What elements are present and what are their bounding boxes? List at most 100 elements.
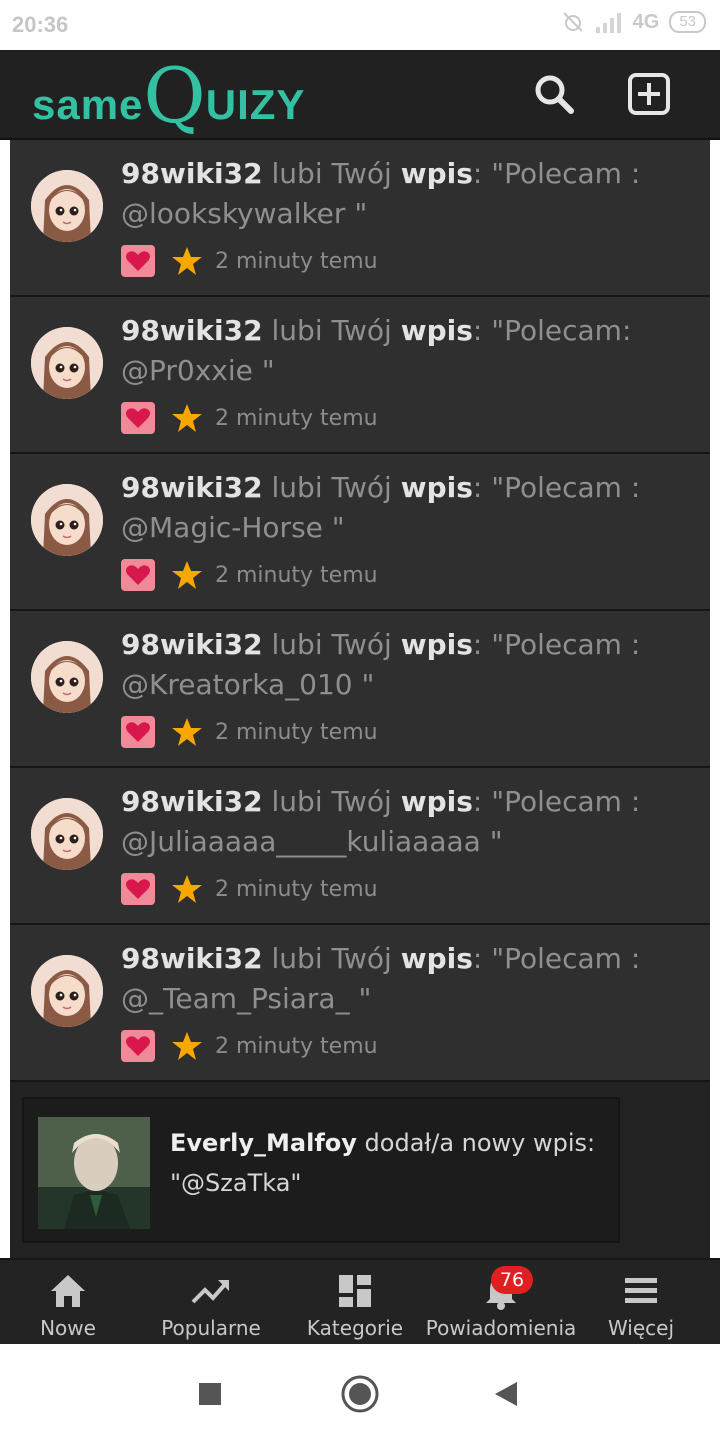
notification-quote-start: : "Polecam : xyxy=(472,157,641,190)
notification-meta: 2 minuty temu xyxy=(121,1029,378,1063)
notification-meta: 2 minuty temu xyxy=(121,872,378,906)
logo-same: same xyxy=(32,81,144,128)
notification-meta: 2 minuty temu xyxy=(121,558,378,592)
heart-icon xyxy=(126,879,150,899)
notification-object[interactable]: wpis xyxy=(401,314,473,347)
trending-icon xyxy=(191,1280,229,1304)
avatar[interactable] xyxy=(31,170,103,242)
notification-action: lubi Twój xyxy=(271,628,392,661)
notification-text: 98wiki32 lubi Twój wpis: "Polecam : @_Tea… xyxy=(121,939,696,1019)
notification-text: 98wiki32 lubi Twój wpis: "Polecam : @look… xyxy=(121,154,696,234)
status-icons: 4G 53 xyxy=(561,10,706,34)
logo-uizy: UIZY xyxy=(205,81,306,128)
notification-username[interactable]: 98wiki32 xyxy=(121,942,263,975)
notification-quote-rest: @_Team_Psiara_ " xyxy=(121,982,372,1015)
signal-icon xyxy=(595,13,621,33)
nav-item-nowe[interactable]: Nowe xyxy=(38,1260,98,1346)
search-button[interactable] xyxy=(532,72,576,116)
avatar[interactable] xyxy=(31,327,103,399)
like-badge xyxy=(121,559,155,591)
samequizy-logo[interactable]: same Q UIZY xyxy=(32,56,305,136)
notification-username[interactable]: 98wiki32 xyxy=(121,314,263,347)
notification-text: 98wiki32 lubi Twój wpis: "Polecam : @Magi… xyxy=(121,468,696,548)
network-type: 4G xyxy=(632,10,660,33)
notification-quote-rest: @Kreatorka_010 " xyxy=(121,668,375,701)
like-badge xyxy=(121,716,155,748)
notification-quote-start: : "Polecam : xyxy=(472,942,641,975)
avatar-image xyxy=(31,327,103,399)
star-icon xyxy=(172,718,202,746)
alarm-off-icon xyxy=(562,12,583,32)
notification-quote-rest: @Pr0xxie " xyxy=(121,354,275,387)
notification-quote-start: : "Polecam: xyxy=(472,314,632,347)
add-button[interactable] xyxy=(627,72,671,116)
notification-item[interactable]: 98wiki32 lubi Twój wpis: "Polecam : @Juli… xyxy=(10,768,710,925)
nav-label-powiadomienia: Powiadomienia xyxy=(425,1316,577,1340)
notification-object[interactable]: wpis xyxy=(401,942,473,975)
notification-quote-rest: @Magic-Horse " xyxy=(121,511,345,544)
nav-item-wiecej[interactable]: Więcej xyxy=(606,1260,676,1346)
notification-object[interactable]: wpis xyxy=(401,157,473,190)
notifications-feed[interactable]: 98wiki32 lubi Twój wpis: "Polecam : @look… xyxy=(10,140,710,1258)
avatar-image xyxy=(31,641,103,713)
avatar[interactable] xyxy=(31,798,103,870)
post-username[interactable]: Everly_Malfoy xyxy=(170,1129,357,1157)
add-box-icon xyxy=(628,73,670,115)
notification-item[interactable]: 98wiki32 lubi Twój wpis: "Polecam : @Krea… xyxy=(10,611,710,768)
notification-item[interactable]: 98wiki32 lubi Twój wpis: "Polecam : @Magi… xyxy=(10,454,710,611)
notification-object[interactable]: wpis xyxy=(401,628,473,661)
notification-username[interactable]: 98wiki32 xyxy=(121,471,263,504)
notification-time: 2 minuty temu xyxy=(215,1033,378,1059)
nav-item-kategorie[interactable]: Kategorie xyxy=(306,1260,404,1346)
notification-action: lubi Twój xyxy=(271,785,392,818)
avatar-image xyxy=(31,798,103,870)
nav-label-wiecej: Więcej xyxy=(607,1316,675,1340)
notification-text: 98wiki32 lubi Twój wpis: "Polecam : @Krea… xyxy=(121,625,696,705)
like-badge xyxy=(121,873,155,905)
notification-action: lubi Twój xyxy=(271,314,392,347)
notification-item[interactable]: 98wiki32 lubi Twój wpis: "Polecam: @Pr0xx… xyxy=(10,297,710,454)
notification-text: 98wiki32 lubi Twój wpis: "Polecam : @Juli… xyxy=(121,782,696,862)
post-quote[interactable]: "@SzaTka" xyxy=(170,1169,301,1197)
avatar[interactable] xyxy=(31,955,103,1027)
battery-indicator: 53 xyxy=(669,11,706,33)
notification-action: lubi Twój xyxy=(271,942,392,975)
heart-icon xyxy=(126,565,150,585)
notification-text: 98wiki32 lubi Twój wpis: "Polecam: @Pr0xx… xyxy=(121,311,696,391)
notification-quote-start: : "Polecam : xyxy=(472,471,641,504)
avatar[interactable] xyxy=(31,641,103,713)
recent-apps-button[interactable] xyxy=(188,1372,232,1416)
notification-username[interactable]: 98wiki32 xyxy=(121,628,263,661)
heart-icon xyxy=(126,1036,150,1056)
nav-label-popularne: Popularne xyxy=(161,1316,261,1340)
new-post-card[interactable]: Everly_Malfoy dodał/a nowy wpis: "@SzaTk… xyxy=(22,1097,620,1243)
star-icon xyxy=(172,561,202,589)
logo-q: Q xyxy=(143,51,206,140)
status-bar: 20:36 4G 53 xyxy=(0,0,720,50)
heart-icon xyxy=(126,251,150,271)
notification-time: 2 minuty temu xyxy=(215,562,378,588)
nav-item-powiadomienia[interactable]: 76 Powiadomienia xyxy=(425,1260,577,1346)
bottom-navigation: Nowe Popularne Kategorie 76 Powiadomieni… xyxy=(0,1258,720,1346)
nav-item-popularne[interactable]: Popularne xyxy=(158,1260,264,1346)
post-thumbnail xyxy=(38,1117,150,1229)
back-triangle-icon xyxy=(495,1382,517,1406)
notification-quote-start: : "Polecam : xyxy=(472,785,641,818)
notification-action: lubi Twój xyxy=(271,471,392,504)
notification-object[interactable]: wpis xyxy=(401,471,473,504)
notification-item[interactable]: 98wiki32 lubi Twój wpis: "Polecam : @_Tea… xyxy=(10,925,710,1082)
avatar[interactable] xyxy=(31,484,103,556)
heart-icon xyxy=(126,408,150,428)
avatar-image xyxy=(31,955,103,1027)
notification-object[interactable]: wpis xyxy=(401,785,473,818)
home-system-button[interactable] xyxy=(338,1372,382,1416)
notification-item[interactable]: 98wiki32 lubi Twój wpis: "Polecam : @look… xyxy=(10,140,710,297)
notification-meta: 2 minuty temu xyxy=(121,401,378,435)
notification-username[interactable]: 98wiki32 xyxy=(121,785,263,818)
like-badge xyxy=(121,1030,155,1062)
star-icon xyxy=(172,875,202,903)
status-time: 20:36 xyxy=(12,12,69,37)
notification-username[interactable]: 98wiki32 xyxy=(121,157,263,190)
notification-meta: 2 minuty temu xyxy=(121,244,378,278)
back-button[interactable] xyxy=(484,1372,528,1416)
